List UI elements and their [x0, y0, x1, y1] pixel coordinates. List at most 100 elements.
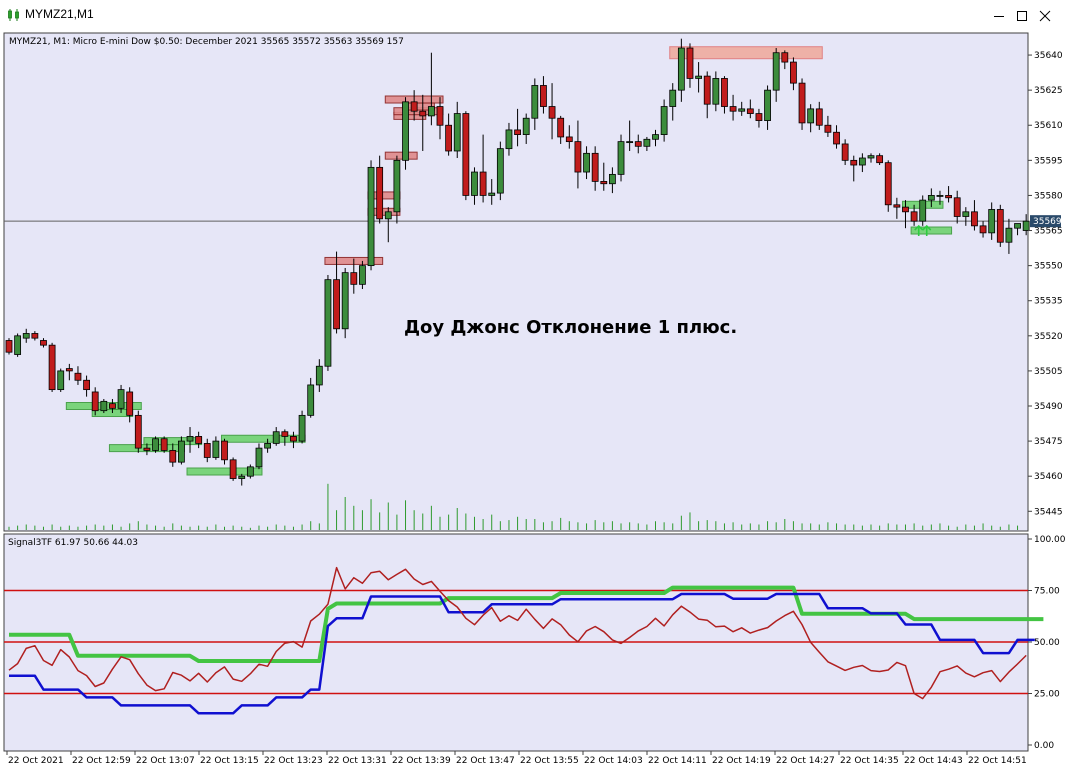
- candle-body: [100, 400, 108, 412]
- candle-body: [514, 129, 521, 136]
- candle-body: [703, 75, 711, 105]
- indicator-header: Signal3TF 61.97 50.66 44.03: [8, 538, 138, 548]
- indicator-tick-label: 50.00: [1034, 638, 1060, 648]
- candle-body: [522, 117, 530, 136]
- price-tick-label: 35535: [1034, 297, 1063, 307]
- time-tick-label: 22 Oct 13:15: [200, 756, 259, 766]
- candle-body: [505, 129, 513, 150]
- candle-body: [781, 52, 789, 63]
- time-tick-label: 22 Oct 12:59: [72, 756, 131, 766]
- candle-body: [229, 459, 237, 479]
- candle-body: [350, 272, 358, 285]
- price-tick-label: 35475: [1034, 437, 1063, 447]
- candle-body: [445, 124, 453, 152]
- price-tick-label: 35505: [1034, 367, 1063, 377]
- title-bar: MYMZ21,M1: [0, 0, 1068, 31]
- candle-body: [160, 438, 168, 451]
- candle-body: [419, 110, 427, 117]
- price-tick-label: 35610: [1034, 121, 1063, 131]
- time-tick-label: 22 Oct 13:47: [456, 756, 515, 766]
- candle-body: [471, 171, 478, 196]
- candle-body: [376, 166, 384, 220]
- candle-body: [91, 391, 99, 412]
- candle-body: [221, 440, 228, 461]
- candle-body: [910, 211, 918, 222]
- price-tick-label: 35460: [1034, 472, 1063, 482]
- time-tick-label: 22 Oct 14:19: [712, 756, 771, 766]
- candle-body: [902, 206, 909, 213]
- candle-body: [979, 225, 987, 234]
- candle-body: [290, 436, 297, 442]
- candle-body: [548, 106, 556, 119]
- price-tick-label: 35550: [1034, 262, 1063, 272]
- candle-body: [83, 379, 90, 391]
- candle-body: [152, 438, 159, 451]
- time-tick-label: 22 Oct 14:03: [584, 756, 643, 766]
- close-icon: [1039, 10, 1051, 21]
- candle-body: [315, 365, 323, 386]
- indicator-tick-label: 75.00: [1034, 587, 1060, 597]
- candle-body: [764, 89, 771, 121]
- candle-body: [488, 192, 496, 196]
- candle-body: [876, 155, 884, 164]
- chart-window[interactable]: MYMZ21, M1: Micro E-mini Dow $0.50: Dece…: [0, 31, 1068, 769]
- candle-body: [427, 106, 435, 117]
- candle-body: [134, 414, 142, 449]
- indicator-axis: 0.00 25.00 50.00 75.00 100.00: [1028, 535, 1066, 751]
- time-tick-label: 22 Oct 14:35: [840, 756, 899, 766]
- candle-body: [652, 134, 659, 140]
- candle-body: [462, 113, 470, 196]
- candle-body: [496, 148, 504, 194]
- candle-body: [212, 440, 220, 458]
- candle-body: [746, 108, 754, 114]
- time-axis: 22 Oct 2021 22 Oct 12:59 22 Oct 13:07 22 Oc…: [6, 751, 1027, 766]
- close-button[interactable]: [1022, 0, 1068, 31]
- indicator-tick-label: 0.00: [1034, 741, 1054, 751]
- time-tick-label: 22 Oct 13:39: [392, 756, 451, 766]
- main-price-axis: 35445 35460 35475 35490 35505 35520 35535 35550…: [1028, 51, 1063, 517]
- candle-body: [971, 211, 978, 227]
- candle-body: [850, 159, 858, 166]
- candle-body: [755, 113, 763, 121]
- candlestick-chart-icon: [8, 9, 19, 21]
- candle-body: [557, 117, 565, 138]
- candle-body: [5, 340, 13, 353]
- candle-body: [936, 195, 944, 197]
- candle-body: [893, 204, 901, 208]
- candle-body: [307, 384, 315, 416]
- candle-body: [402, 101, 409, 161]
- candle-body: [65, 368, 73, 372]
- candle-body: [574, 141, 582, 173]
- candle-body: [341, 272, 349, 330]
- candle-body: [1022, 220, 1030, 231]
- candle-body: [540, 85, 547, 107]
- candle-body: [798, 82, 806, 124]
- candle-body: [298, 414, 306, 442]
- price-tick-label: 35565: [1034, 227, 1063, 237]
- candle-body: [815, 108, 823, 126]
- candle-body: [721, 78, 728, 107]
- candle-body: [169, 450, 177, 463]
- candle-body: [712, 78, 720, 105]
- price-tick-label: 35445: [1034, 507, 1063, 517]
- candle-body: [583, 152, 590, 173]
- candle-body: [272, 431, 280, 444]
- candle-body: [790, 61, 797, 84]
- price-zone: [384, 151, 418, 160]
- candle-body: [729, 106, 737, 112]
- price-tick-label: 35580: [1034, 191, 1063, 201]
- candle-body: [609, 173, 616, 185]
- indicator-tick-label: 25.00: [1034, 690, 1060, 700]
- candle-body: [195, 436, 203, 444]
- chart-canvas[interactable]: MYMZ21, M1: Micro E-mini Dow $0.50: Dece…: [0, 31, 1068, 769]
- candle-body: [1014, 223, 1021, 229]
- candle-body: [833, 131, 840, 145]
- candle-body: [927, 195, 935, 201]
- candle-body: [22, 333, 30, 339]
- candle-body: [281, 431, 289, 437]
- price-tick-label: 35625: [1034, 86, 1063, 96]
- candle-body: [14, 335, 22, 355]
- candle-body: [738, 108, 746, 112]
- candle-body: [531, 85, 539, 119]
- candle-body: [31, 333, 39, 339]
